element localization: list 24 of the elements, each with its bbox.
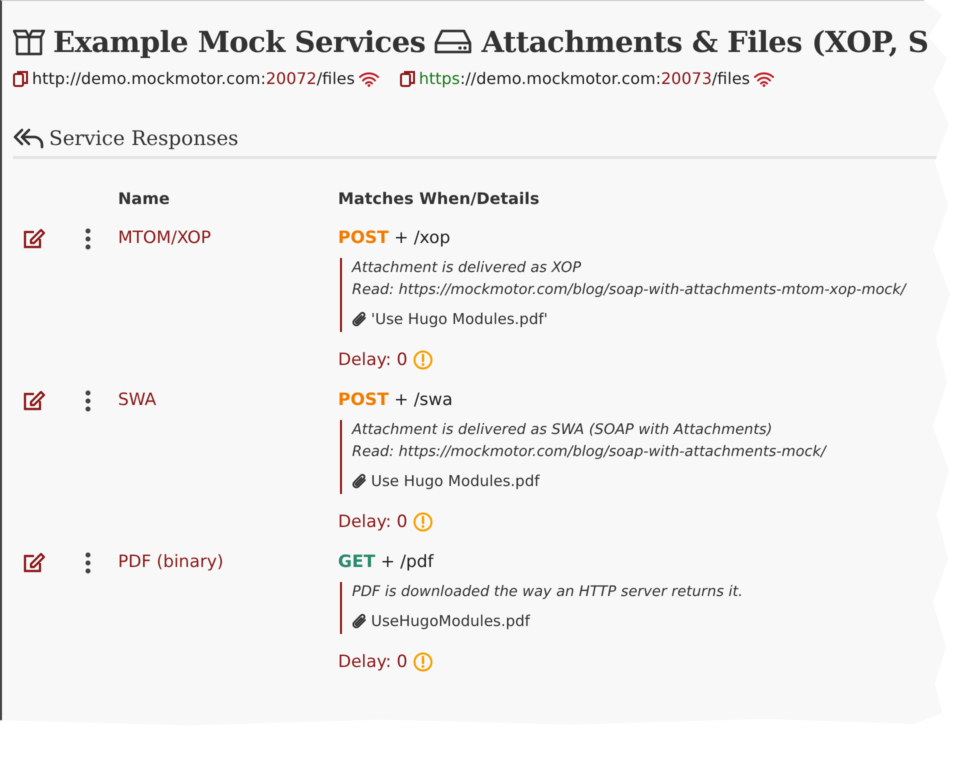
attachment-name: UseHugoModules.pdf bbox=[371, 612, 530, 630]
attachment-name: 'Use Hugo Modules.pdf' bbox=[371, 310, 548, 328]
match-rule: GET + /pdf bbox=[338, 552, 434, 572]
column-header: Name bbox=[118, 189, 171, 208]
response-name[interactable]: PDF (binary) bbox=[118, 552, 338, 672]
endpoint-link[interactable]: https://demo.mockmotor.com:20073/files bbox=[418, 69, 750, 88]
response-name[interactable]: SWA bbox=[118, 390, 338, 532]
delay-text: Delay: 0 bbox=[338, 652, 408, 672]
endpoint-link[interactable]: http://demo.mockmotor.com:20072/files bbox=[32, 69, 355, 88]
detail-text: Attachment is delivered as SWA (SOAP with Attachments) bbox=[352, 422, 774, 438]
page-title: Example Mock Services bbox=[53, 25, 426, 59]
attachment-name: Use Hugo Modules.pdf bbox=[371, 472, 540, 490]
column-header: Matches When/Details bbox=[338, 189, 540, 208]
delay-text: Delay: 0 bbox=[338, 350, 408, 370]
detail-text: PDF is downloaded the way an HTTP server returns it. bbox=[352, 584, 744, 600]
section-title: Service Responses bbox=[49, 126, 238, 150]
delay-text: Delay: 0 bbox=[338, 512, 408, 532]
response-name[interactable]: MTOM/XOP bbox=[118, 228, 338, 370]
match-rule: POST + /swa bbox=[338, 390, 453, 410]
detail-text: Read: https://mockmotor.com/blog/soap-with-attachments-mtom-xop-mock/ bbox=[352, 282, 908, 298]
match-rule: POST + /xop bbox=[338, 228, 450, 248]
detail-text: Attachment is delivered as XOP bbox=[352, 260, 582, 276]
detail-text: Read: https://mockmotor.com/blog/soap-with-attachments-mock/ bbox=[352, 444, 828, 460]
page-subtitle: Attachments & Files (XOP, S bbox=[481, 25, 928, 59]
